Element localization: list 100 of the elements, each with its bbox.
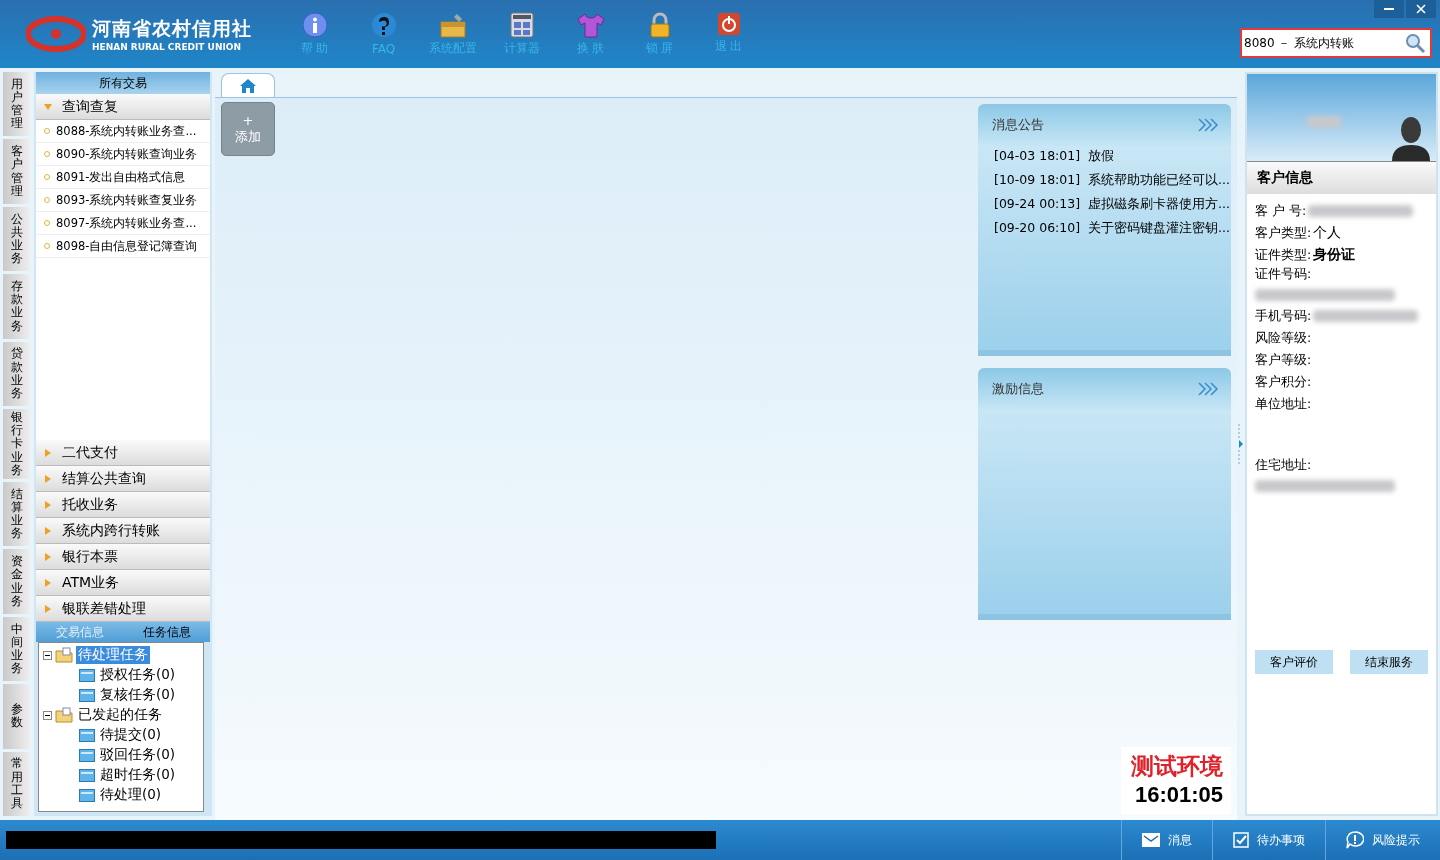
tree-node[interactable]: 复核任务(0): [98, 686, 178, 704]
side-tab[interactable]: 用户管理: [3, 72, 30, 137]
caret-right-icon: [44, 448, 52, 457]
field-label: 手机号码:: [1255, 307, 1312, 325]
minimize-icon: [1384, 8, 1394, 10]
notice-link[interactable]: 放假: [1088, 148, 1115, 170]
tree-node[interactable]: 待处理(0): [98, 786, 164, 804]
field-label: 单位地址:: [1255, 395, 1312, 413]
home-icon: [240, 78, 256, 93]
side-tab[interactable]: 银行卡业务: [3, 409, 30, 479]
caret-right-icon: [44, 474, 52, 483]
tab[interactable]: 任务信息: [123, 622, 210, 642]
menu-group[interactable]: 查询查复: [36, 94, 210, 120]
search-icon: [1404, 32, 1426, 54]
side-tab[interactable]: 资金业务: [3, 549, 30, 614]
folder-icon: [79, 728, 95, 742]
logo-title: 河南省农村信用社: [92, 16, 252, 41]
side-tab[interactable]: 中间业务: [3, 616, 30, 682]
side-tab[interactable]: 公共业务: [3, 206, 30, 272]
menu-group[interactable]: ATM业务: [36, 570, 210, 596]
notice-time: [04-03 18:01]: [994, 148, 1081, 165]
panel-title: 消息公告: [992, 116, 1044, 134]
field-label: 风险等级:: [1255, 329, 1312, 347]
side-tab[interactable]: 常用工具: [3, 751, 30, 816]
menu-group[interactable]: 系统内跨行转账: [36, 518, 210, 544]
field-label: 客户等级:: [1255, 351, 1312, 369]
field-label: 客户积分:: [1255, 373, 1312, 391]
blurred-name: [1307, 116, 1341, 128]
side-tab[interactable]: 参数: [3, 684, 30, 749]
status-button[interactable]: 待办事项: [1212, 820, 1325, 860]
caret-down-icon: [44, 102, 52, 111]
logo-subtitle: HENAN RURAL CREDIT UNION: [92, 42, 242, 52]
menu-group[interactable]: 银行本票: [36, 544, 210, 570]
section-title: 客户信息: [1247, 162, 1436, 194]
caret-right-icon: [44, 604, 52, 613]
folder-icon: [79, 688, 95, 702]
side-tab[interactable]: 结算业务: [3, 481, 30, 547]
caret-right-icon: [44, 578, 52, 587]
status-button[interactable]: 消息: [1121, 820, 1212, 860]
menu-group[interactable]: 二代支付: [36, 440, 210, 466]
expand-handle-icon[interactable]: [1238, 424, 1244, 464]
toolbox-icon: [438, 11, 467, 38]
status-button[interactable]: 风险提示: [1325, 820, 1440, 860]
caret-right-icon: [44, 500, 52, 509]
menu-group[interactable]: 银联差错处理: [36, 596, 210, 622]
field-value: 身份证: [1313, 246, 1356, 264]
environment-label: 测试环境: [1131, 751, 1223, 781]
tree-node[interactable]: 待提交(0): [98, 726, 164, 744]
info-icon: [301, 11, 328, 38]
user-silhouette-icon: [1390, 115, 1432, 161]
action-button[interactable]: 结束服务: [1349, 650, 1428, 674]
action-button[interactable]: 客户评价: [1255, 650, 1334, 674]
search-field[interactable]: 8080 － 系统内转账: [1240, 28, 1432, 58]
collapse-icon[interactable]: [43, 650, 52, 660]
notice-link[interactable]: 系统帮助功能已经可以....: [1088, 172, 1231, 194]
caret-right-icon: [44, 552, 52, 561]
clock: 16:01:05: [1134, 782, 1223, 808]
power-icon: [716, 11, 741, 36]
logo-icon: [26, 16, 86, 52]
field-label: 客户类型:: [1255, 224, 1312, 242]
close-icon: [1416, 4, 1426, 14]
folder-icon: [79, 748, 95, 762]
tree-node[interactable]: 授权任务(0): [98, 666, 178, 684]
notice-link[interactable]: 虚拟磁条刷卡器使用方....: [1088, 196, 1231, 218]
collapse-icon[interactable]: [43, 710, 52, 720]
mail-icon: [1142, 833, 1160, 847]
tree-node[interactable]: 已发起的任务: [76, 706, 164, 724]
side-tab[interactable]: 贷款业务: [3, 341, 30, 407]
field-value: 个人: [1313, 224, 1342, 242]
folder-icon: [55, 647, 73, 663]
tree-node[interactable]: 超时任务(0): [98, 766, 178, 784]
menu-group[interactable]: 托收业务: [36, 492, 210, 518]
lock-icon: [648, 11, 671, 38]
home-tab[interactable]: [221, 73, 275, 97]
shirt-icon: [576, 11, 605, 38]
tree-node[interactable]: 待处理任务: [76, 646, 150, 664]
notice-time: [09-20 06:10]: [994, 220, 1081, 237]
menu-group[interactable]: 结算公共查询: [36, 466, 210, 492]
minimize-button[interactable]: [1374, 0, 1404, 18]
side-tab[interactable]: 客户管理: [3, 139, 30, 204]
alert-icon: [1346, 831, 1364, 849]
calculator-icon: [509, 11, 534, 38]
notice-time: [10-09 18:01]: [994, 172, 1081, 189]
field-label: 客 户 号:: [1255, 202, 1307, 220]
panel-title: 激励信息: [992, 380, 1044, 398]
field-label: 证件类型:: [1255, 246, 1312, 264]
close-button[interactable]: [1406, 0, 1436, 18]
checkbox-icon: [1233, 832, 1249, 848]
side-tab[interactable]: 存款业务: [3, 274, 30, 339]
panel-title: 所有交易: [36, 72, 210, 94]
field-label: 住宅地址:: [1255, 457, 1312, 474]
folder-icon: [79, 668, 95, 682]
folder-icon: [79, 768, 95, 782]
folder-icon: [79, 788, 95, 802]
folder-icon: [55, 707, 73, 723]
notice-time: [09-24 00:13]: [994, 196, 1081, 213]
tree-node[interactable]: 驳回任务(0): [98, 746, 178, 764]
notice-link[interactable]: 关于密码键盘灌注密钥....: [1088, 220, 1231, 242]
field-label: 证件号码:: [1255, 266, 1312, 283]
caret-right-icon: [44, 526, 52, 535]
